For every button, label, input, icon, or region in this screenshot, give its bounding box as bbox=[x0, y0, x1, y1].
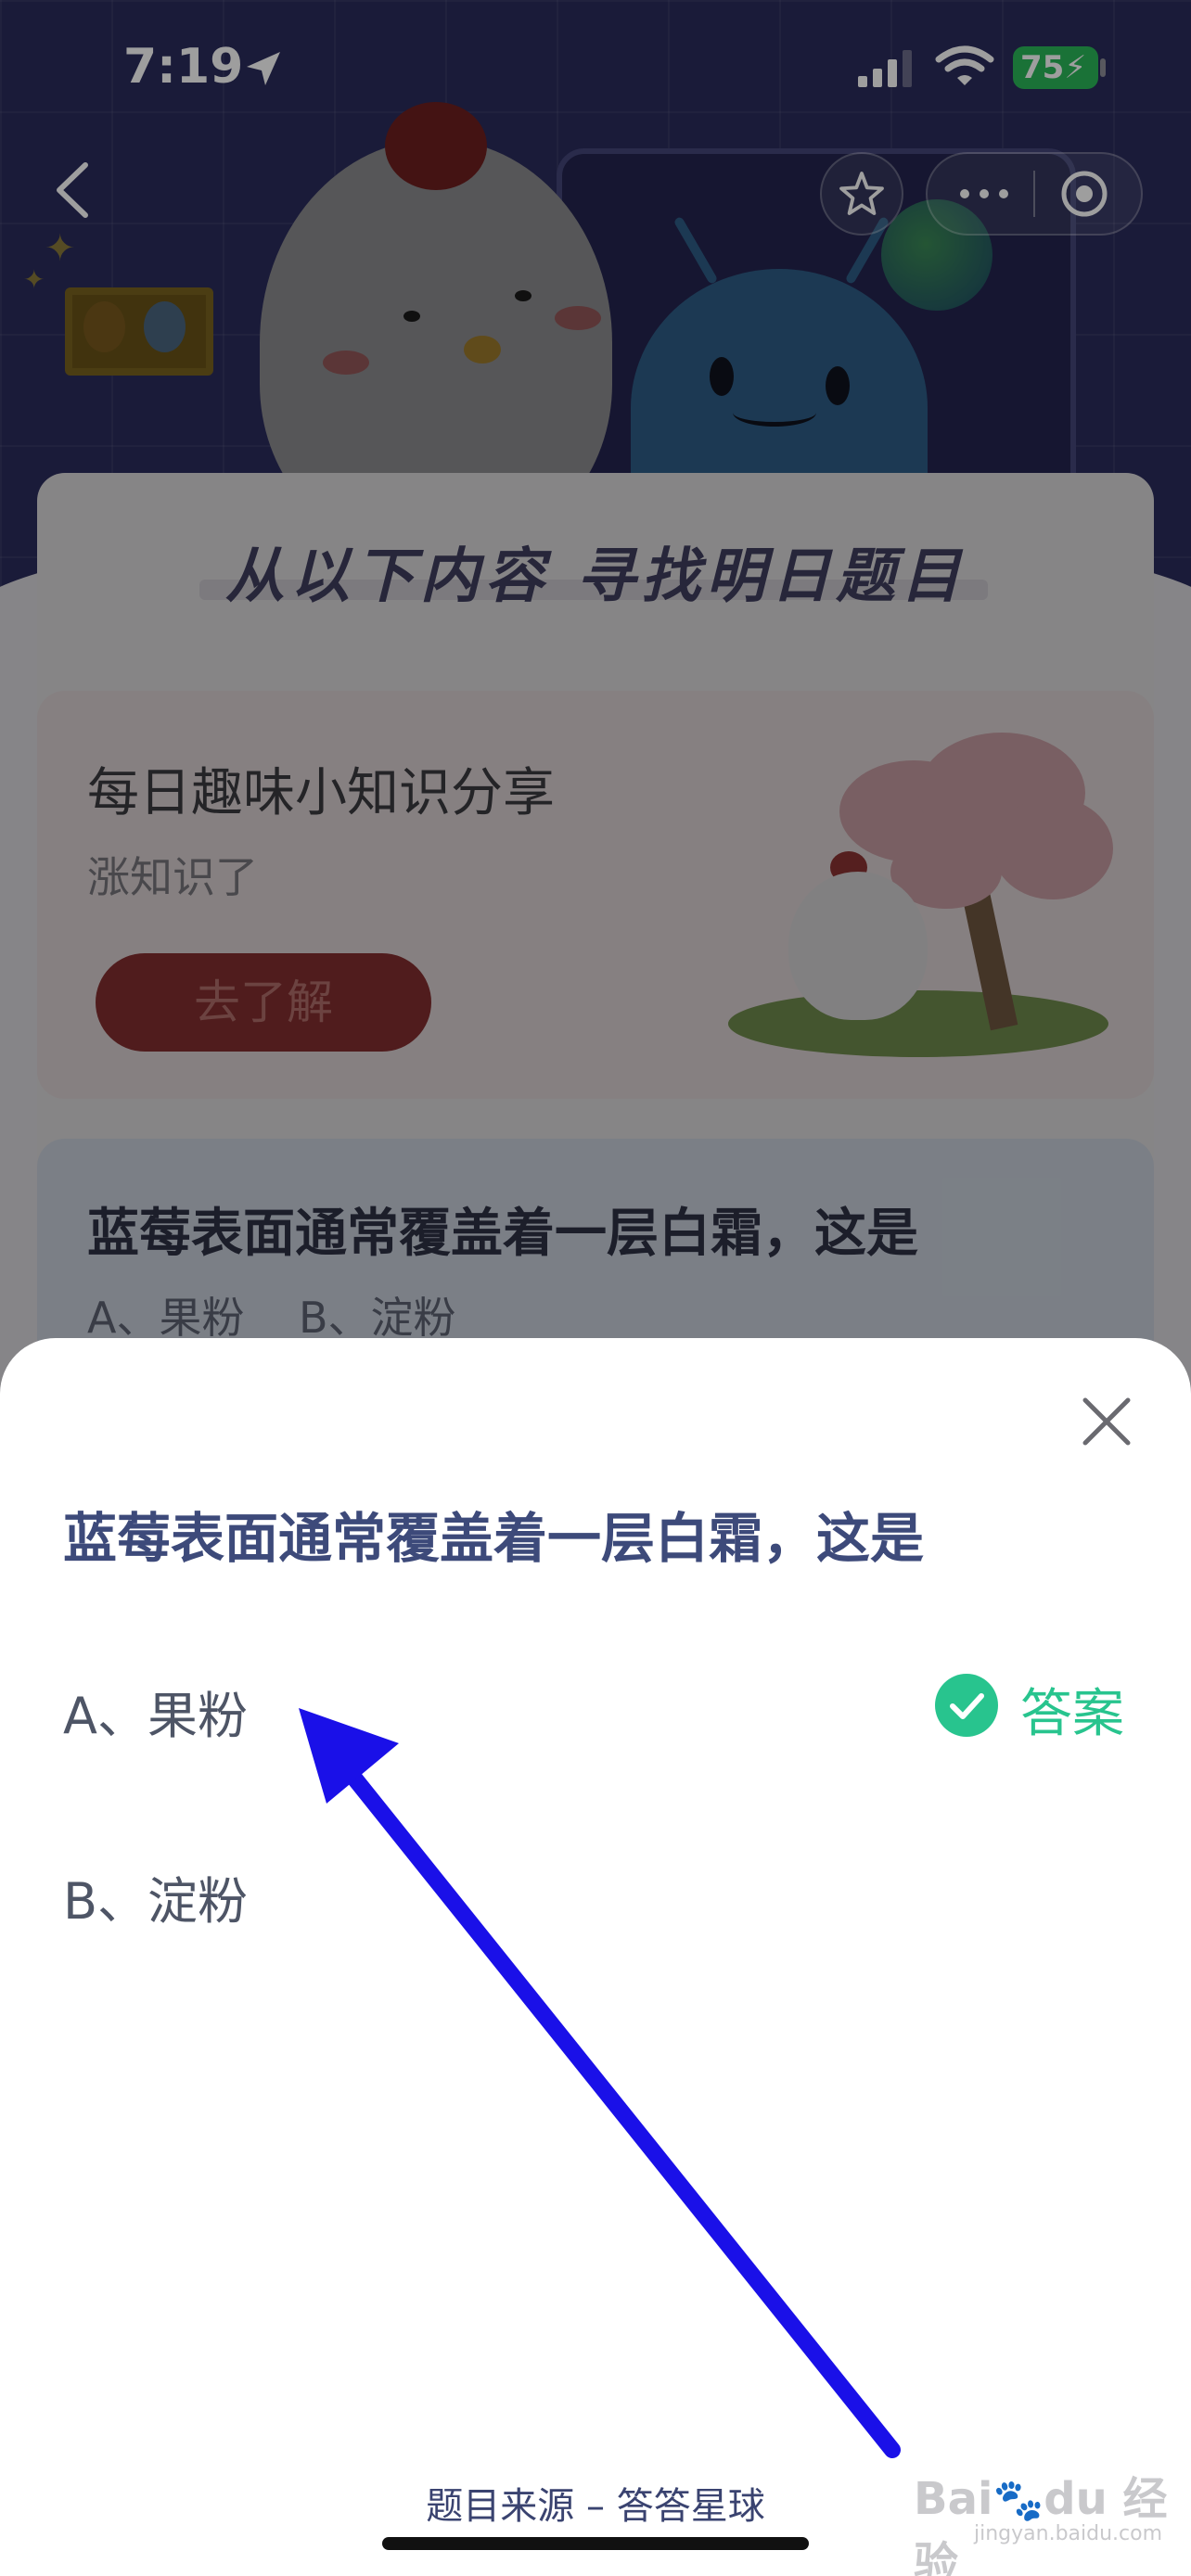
close-icon[interactable] bbox=[1076, 1391, 1137, 1452]
option-a-row[interactable]: A、果粉 bbox=[0, 1651, 1191, 1762]
check-icon bbox=[935, 1674, 998, 1737]
question-title: 蓝莓表面通常覆盖着一层白霜，这是 bbox=[63, 1507, 925, 1570]
option-b-row[interactable]: B、淀粉 bbox=[0, 1836, 1191, 1947]
answer-badge: 答案 bbox=[1020, 1684, 1124, 1744]
option-a-label: A、果粉 bbox=[63, 1687, 248, 1745]
watermark-url: jingyan.baidu.com bbox=[974, 2522, 1163, 2545]
option-b-label: B、淀粉 bbox=[63, 1872, 249, 1931]
baidu-watermark-logo: Bai🐾du 经验 bbox=[914, 2473, 1168, 2576]
home-indicator bbox=[382, 2537, 809, 2550]
